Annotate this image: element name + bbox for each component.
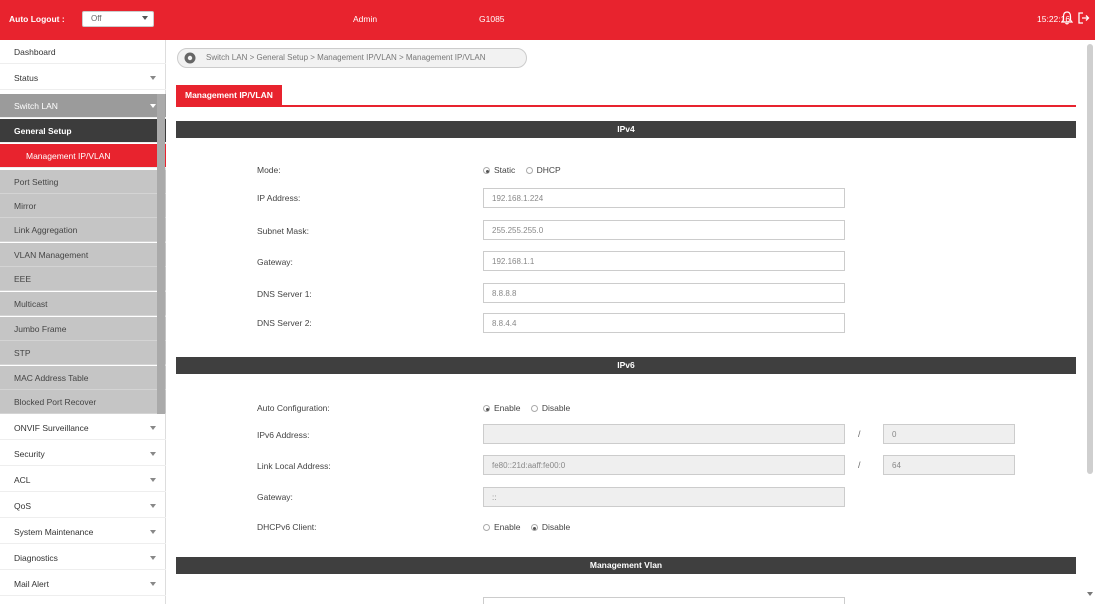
- dhcpv6-disable-option[interactable]: Disable: [530, 522, 570, 532]
- home-icon[interactable]: [184, 52, 196, 64]
- breadcrumb: Switch LAN > General Setup > Management …: [177, 48, 527, 68]
- device-model: G1085: [479, 14, 505, 24]
- mode-label: Mode:: [257, 165, 281, 175]
- dhcpv6-client-label: DHCPv6 Client:: [257, 522, 317, 532]
- dhcpv6-client-radio-group: Enable Disable: [483, 522, 578, 532]
- radio-unchecked-icon[interactable]: [525, 167, 533, 174]
- ipv6-section-header: IPv6: [176, 357, 1076, 374]
- chevron-down-icon: [150, 504, 156, 508]
- auto-configuration-label: Auto Configuration:: [257, 403, 330, 413]
- page-scrollbar[interactable]: [1087, 44, 1093, 474]
- bell-icon[interactable]: [1061, 11, 1073, 25]
- tab-underline: [176, 105, 1076, 107]
- link-local-address-input[interactable]: fe80::21d:aaff:fe00:0: [483, 455, 845, 475]
- sidebar-scrollbar[interactable]: [157, 94, 165, 414]
- radio-checked-icon[interactable]: [483, 405, 490, 412]
- management-vlan-input[interactable]: [483, 597, 845, 604]
- sidebar-item-link-aggregation[interactable]: Link Aggregation: [0, 218, 166, 242]
- auto-logout-value: Off: [91, 14, 102, 23]
- sidebar-item-multicast[interactable]: Multicast: [0, 292, 166, 316]
- sidebar-item-qos[interactable]: QoS: [0, 494, 166, 518]
- sidebar-item-port-setting[interactable]: Port Setting: [0, 170, 166, 194]
- ipv6-address-label: IPv6 Address:: [257, 430, 310, 440]
- ip-address-label: IP Address:: [257, 193, 301, 203]
- sidebar-item-mirror[interactable]: Mirror: [0, 194, 166, 218]
- sidebar-item-acl[interactable]: ACL: [0, 468, 166, 492]
- prefix-separator: /: [858, 460, 861, 470]
- chevron-down-icon: [150, 582, 156, 586]
- tab-management-ipvlan[interactable]: Management IP/VLAN: [176, 85, 282, 105]
- sidebar-item-general-setup[interactable]: General Setup: [0, 119, 166, 143]
- sidebar-item-stp[interactable]: STP: [0, 341, 166, 365]
- chevron-down-icon: [150, 452, 156, 456]
- top-bar: Auto Logout : Off Admin G1085 15:22:16: [0, 0, 1095, 40]
- radio-unchecked-icon[interactable]: [530, 405, 538, 412]
- logout-icon[interactable]: [1077, 11, 1090, 25]
- chevron-down-icon: [142, 16, 148, 20]
- sidebar-item-mac-address-table[interactable]: MAC Address Table: [0, 366, 166, 390]
- breadcrumb-text[interactable]: Switch LAN > General Setup > Management …: [206, 53, 485, 62]
- dhcpv6-enable-option[interactable]: Enable: [483, 522, 520, 532]
- chevron-down-icon: [150, 426, 156, 430]
- sidebar-item-switch-lan[interactable]: Switch LAN: [0, 94, 166, 118]
- sidebar-item-eee[interactable]: EEE: [0, 267, 166, 291]
- dns-server-1-input[interactable]: 8.8.8.8: [483, 283, 845, 303]
- radio-unchecked-icon[interactable]: [483, 524, 490, 531]
- sidebar-item-dashboard[interactable]: Dashboard: [0, 40, 166, 64]
- dns-server-2-label: DNS Server 2:: [257, 318, 312, 328]
- gateway-input[interactable]: 192.168.1.1: [483, 251, 845, 271]
- sidebar-item-blocked-port-recover[interactable]: Blocked Port Recover: [0, 390, 166, 414]
- radio-checked-icon[interactable]: [530, 524, 538, 531]
- auto-logout-label: Auto Logout :: [9, 14, 65, 24]
- mode-dhcp-option[interactable]: DHCP: [525, 165, 561, 175]
- radio-checked-icon[interactable]: [483, 167, 490, 174]
- dns-server-1-label: DNS Server 1:: [257, 289, 312, 299]
- sidebar-item-mail-alert[interactable]: Mail Alert: [0, 572, 166, 596]
- ipv4-section-header: IPv4: [176, 121, 1076, 138]
- prefix-separator: /: [858, 429, 861, 439]
- chevron-down-icon: [150, 478, 156, 482]
- link-local-address-label: Link Local Address:: [257, 461, 331, 471]
- chevron-down-icon: [150, 530, 156, 534]
- sidebar-item-onvif-surveillance[interactable]: ONVIF Surveillance: [0, 416, 166, 440]
- link-local-prefix-input[interactable]: 64: [883, 455, 1015, 475]
- subnet-mask-label: Subnet Mask:: [257, 226, 309, 236]
- sidebar-item-diagnostics[interactable]: Diagnostics: [0, 546, 166, 570]
- mode-radio-group: Static DHCP: [483, 165, 569, 175]
- management-vlan-section-header: Management Vlan: [176, 557, 1076, 574]
- ipv6-gateway-input[interactable]: ::: [483, 487, 845, 507]
- ipv6-prefix-input[interactable]: 0: [883, 424, 1015, 444]
- chevron-down-icon: [150, 76, 156, 80]
- chevron-down-icon: [150, 104, 156, 108]
- gateway-label: Gateway:: [257, 257, 293, 267]
- sidebar-item-status[interactable]: Status: [0, 66, 166, 90]
- mode-static-option[interactable]: Static: [483, 165, 515, 175]
- dns-server-2-input[interactable]: 8.8.4.4: [483, 313, 845, 333]
- chevron-down-icon: [150, 556, 156, 560]
- user-name: Admin: [353, 14, 378, 24]
- auto-logout-select[interactable]: Off: [82, 11, 154, 27]
- auto-config-enable-option[interactable]: Enable: [483, 403, 520, 413]
- subnet-mask-input[interactable]: 255.255.255.0: [483, 220, 845, 240]
- sidebar-item-system-maintenance[interactable]: System Maintenance: [0, 520, 166, 544]
- sidebar: Dashboard Status Switch LAN General Setu…: [0, 40, 166, 604]
- auto-configuration-radio-group: Enable Disable: [483, 403, 578, 413]
- sidebar-item-management-ipvlan[interactable]: Management IP/VLAN: [0, 144, 166, 168]
- sidebar-item-vlan-management[interactable]: VLAN Management: [0, 243, 166, 267]
- ipv6-gateway-label: Gateway:: [257, 492, 293, 502]
- sidebar-item-jumbo-frame[interactable]: Jumbo Frame: [0, 317, 166, 341]
- ipv6-address-input[interactable]: [483, 424, 845, 444]
- scroll-down-arrow-icon[interactable]: [1087, 592, 1093, 596]
- ip-address-input[interactable]: 192.168.1.224: [483, 188, 845, 208]
- auto-config-disable-option[interactable]: Disable: [530, 403, 570, 413]
- sidebar-item-security[interactable]: Security: [0, 442, 166, 466]
